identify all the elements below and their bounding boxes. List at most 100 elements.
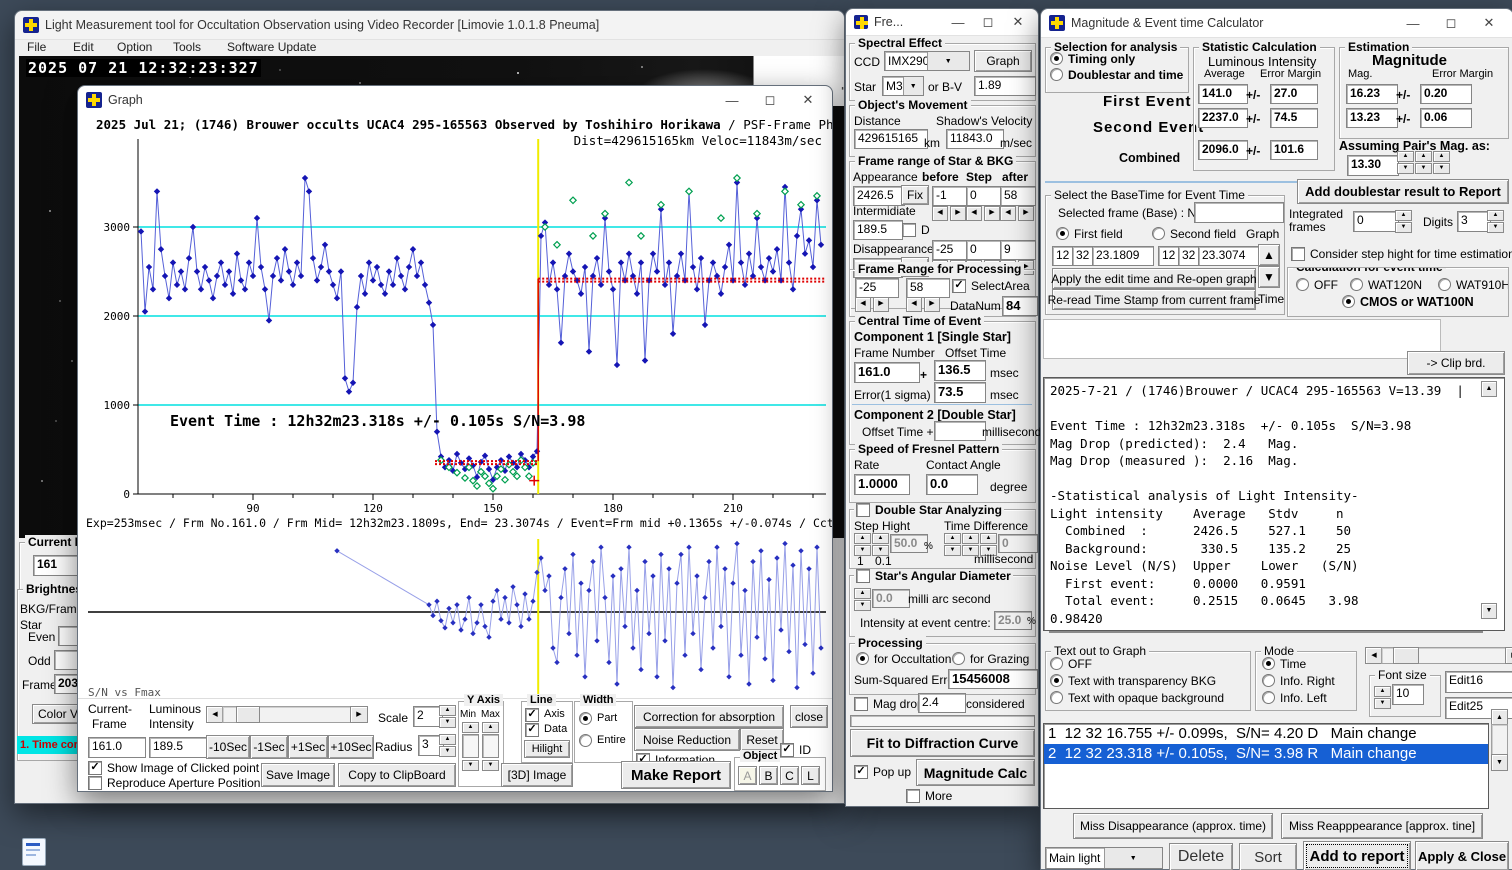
miss-reappearance-button[interactable]: Miss Reapppearance [approx. tine] — [1281, 813, 1483, 839]
calculator-titlebar[interactable]: Magnitude & Event time Calculator — ◻ ✕ — [1041, 9, 1512, 38]
combined-err-field[interactable]: 101.6 — [1270, 140, 1318, 160]
make-report-button[interactable]: Make Report — [621, 761, 731, 789]
luminous-intensity-field[interactable]: 189.5 — [149, 737, 209, 758]
clip-board-button[interactable]: -> Clip brd. — [1407, 351, 1505, 375]
dis-before-field[interactable]: -25 — [932, 240, 968, 260]
mode-info-left-radio[interactable]: Info. Left — [1262, 691, 1327, 705]
graph-titlebar[interactable]: Graph — ◻ ✕ — [78, 86, 832, 115]
sort-button[interactable]: Sort — [1239, 843, 1297, 870]
selected-frame-field[interactable] — [1194, 202, 1284, 223]
angular-diameter-checkbox[interactable]: Star's Angular Diameter — [854, 569, 1013, 583]
miss-disappearance-button[interactable]: Miss Disappearance (approx. time) — [1073, 813, 1273, 839]
font-size-spinner[interactable]: ▲ ▼ — [1374, 686, 1391, 709]
scroll-thumb[interactable] — [236, 706, 260, 723]
plus-10sec-button[interactable]: +10Sec — [328, 735, 374, 759]
menu-option[interactable]: Option — [117, 40, 152, 54]
object-c-button[interactable]: C — [780, 766, 799, 785]
copy-clipboard-button[interactable]: Copy to ClipBoard — [338, 763, 456, 787]
first-field-radio[interactable]: First field — [1056, 227, 1123, 241]
menu-software-update[interactable]: Software Update — [227, 40, 316, 54]
time2-s-field[interactable]: 23.3074 — [1198, 246, 1260, 266]
text-scrollbar[interactable]: ◀ ▶ — [1365, 647, 1512, 664]
time-diff-spinner1[interactable]: ▲ ▼ — [944, 533, 961, 556]
noise-reduction-button[interactable]: Noise Reduction — [634, 728, 740, 751]
menu-edit[interactable]: Edit — [73, 40, 94, 54]
fit-diffraction-button[interactable]: Fit to Diffraction Curve — [850, 729, 1035, 757]
hilight-button[interactable]: Hilight — [524, 740, 570, 758]
image-3d-button[interactable]: [3D] Image — [501, 763, 573, 787]
mag2-err-field[interactable]: 0.06 — [1420, 108, 1472, 128]
report-scroll-down-icon[interactable]: ▼ — [1481, 603, 1497, 619]
digits-spinner[interactable]: ▲ ▼ — [1487, 210, 1504, 233]
current-frame-main-field[interactable]: 161 — [33, 555, 79, 576]
offset2-field[interactable] — [934, 421, 986, 441]
mode-time-radio[interactable]: Time — [1262, 657, 1306, 671]
assuming-mag-field[interactable]: 13.30 — [1347, 155, 1399, 176]
off-radio[interactable]: OFF — [1296, 278, 1338, 292]
range-from-field[interactable]: -25 — [855, 278, 899, 298]
range-to-field[interactable]: 58 — [906, 278, 950, 298]
mag1-field[interactable]: 16.23 — [1346, 84, 1398, 104]
step-field[interactable]: 0 — [966, 186, 1002, 206]
close-icon[interactable]: ✕ — [792, 92, 824, 108]
assuming-spinner-1[interactable]: ▲ ▼ — [1397, 151, 1414, 174]
intermidiate-field[interactable]: 189.5 — [853, 220, 903, 240]
ymax-up-button[interactable]: ▲ — [482, 722, 499, 733]
frame-scrollbar[interactable]: ◀ ▶ — [206, 706, 368, 723]
error-sigma-field[interactable]: 73.5 — [934, 382, 986, 403]
data-checkbox[interactable]: Data — [525, 723, 567, 737]
minus-1sec-button[interactable]: -1Sec — [250, 735, 288, 759]
apply-edit-time-button[interactable]: Apply the edit time and Re-open graph — [1051, 268, 1257, 289]
second-field-radio[interactable]: Second field — [1152, 227, 1236, 241]
d-checkbox[interactable]: D — [902, 223, 930, 237]
mag1-err-field[interactable]: 0.20 — [1420, 84, 1472, 104]
before-stepper[interactable]: ◀ ▶ — [932, 206, 966, 221]
reread-timestamp-button[interactable]: Re-read Time Stamp from current frame — [1048, 289, 1260, 310]
select-area-checkbox[interactable]: SelectArea — [952, 279, 1030, 293]
mode-info-right-radio[interactable]: Info. Right — [1262, 674, 1335, 688]
second-event-err-field[interactable]: 74.5 — [1270, 108, 1318, 128]
assuming-spinner-2[interactable]: ▲ ▼ — [1415, 151, 1432, 174]
report-textarea[interactable]: 2025-7-21 / (1746)Brouwer / UCAC4 295-16… — [1043, 377, 1505, 631]
range-from-stepper[interactable]: ◀ ▶ — [855, 297, 889, 312]
before-field[interactable]: -1 — [932, 186, 968, 206]
list-scroll-track[interactable] — [1491, 724, 1508, 756]
mag-drop-field[interactable]: 2.4 — [918, 693, 966, 713]
doublestar-time-radio[interactable]: Doublestar and time — [1050, 68, 1183, 82]
time1-s-field[interactable]: 23.1809 — [1092, 246, 1154, 266]
integrated-frames-field[interactable]: 0 — [1353, 211, 1399, 232]
close-button[interactable]: close — [790, 705, 828, 728]
ymax-down-button[interactable]: ▼ — [482, 760, 499, 771]
scroll-thumb[interactable] — [1393, 647, 1419, 664]
ymin-down-button[interactable]: ▼ — [462, 760, 479, 771]
distance-field[interactable]: 429615165 — [854, 129, 928, 149]
step-hight-spinner1[interactable]: ▲ ▼ — [854, 533, 871, 556]
range-to-stepper[interactable]: ◀ ▶ — [906, 297, 940, 312]
plus-1sec-button[interactable]: +1Sec — [288, 735, 328, 759]
close-icon[interactable]: ✕ — [1006, 14, 1030, 30]
consider-step-checkbox[interactable]: Consider step hight for time estimation — [1291, 247, 1512, 261]
minus-10sec-button[interactable]: -10Sec — [206, 735, 250, 759]
wat910hx-radio[interactable]: WAT910HX — [1438, 278, 1508, 292]
dis-after-field[interactable]: 9 — [1000, 240, 1036, 260]
object-b-button[interactable]: B — [759, 766, 778, 785]
ymax-track[interactable] — [482, 734, 499, 758]
popup-checkbox[interactable]: Pop up — [854, 765, 911, 779]
mag-drop-checkbox[interactable]: Mag drop — [854, 697, 924, 711]
time-up-button[interactable]: ▲ — [1258, 244, 1280, 266]
after-stepper[interactable]: ◀ ▶ — [1000, 206, 1034, 221]
cmos-wat100n-radio[interactable]: CMOS or WAT100N — [1342, 295, 1474, 309]
bv-field[interactable]: 1.89 — [974, 76, 1036, 96]
list-scroll-down-icon[interactable]: ▼ — [1491, 754, 1508, 771]
central-frame-field[interactable]: 161.0 — [854, 362, 920, 383]
textout-opaque-radio[interactable]: Text with opaque background — [1050, 691, 1224, 705]
combined-avg-field[interactable]: 2096.0 — [1198, 140, 1248, 160]
spectral-graph-button[interactable]: Graph — [974, 50, 1032, 72]
step-stepper[interactable]: ◀ ▶ — [966, 206, 1000, 221]
appearance-fix-button[interactable]: Fix — [901, 185, 929, 205]
save-image-button[interactable]: Save Image — [261, 763, 335, 787]
ccd-select[interactable]: IMX290 ▼ — [884, 51, 970, 71]
step-hight-spinner2[interactable]: ▲ ▼ — [872, 533, 889, 556]
object-a-button[interactable]: A — [738, 766, 757, 785]
part-radio[interactable]: Part — [579, 712, 617, 725]
